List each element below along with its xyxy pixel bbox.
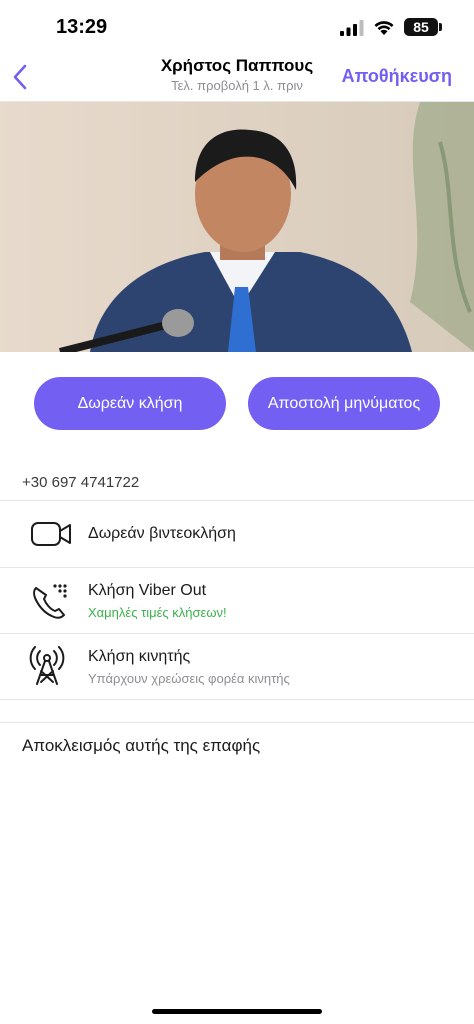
battery-indicator: 85: [404, 18, 438, 36]
cellular-signal-icon: [340, 20, 364, 36]
video-camera-icon: [31, 522, 71, 546]
divider: [0, 699, 474, 700]
option-title: Κλήση Viber Out: [88, 582, 207, 599]
option-subtitle: Υπάρχουν χρεώσεις φορέα κινητής: [88, 671, 290, 686]
viber-out-call-row[interactable]: Κλήση Viber Out Χαμηλές τιμές κλήσεων!: [0, 568, 474, 633]
cell-tower-icon: [29, 646, 65, 685]
option-title: Δωρεάν βιντεοκλήση: [88, 525, 236, 542]
send-message-button[interactable]: Αποστολή μηνύματος: [248, 377, 440, 430]
block-contact-button[interactable]: Αποκλεισμός αυτής της επαφής: [22, 736, 260, 756]
phone-number[interactable]: +30 697 4741722: [22, 474, 139, 491]
free-video-call-row[interactable]: Δωρεάν βιντεοκλήση: [0, 501, 474, 567]
viber-out-phone-icon: [33, 584, 67, 619]
wifi-icon: [374, 21, 394, 35]
battery-cap: [439, 23, 442, 31]
mobile-call-row[interactable]: Κλήση κινητής Υπάρχουν χρεώσεις φορέα κι…: [0, 634, 474, 699]
navigation-header: Χρήστος Παππους Τελ. προβολή 1 λ. πριν Α…: [0, 52, 474, 102]
status-time: 13:29: [56, 16, 108, 38]
option-subtitle: Χαμηλές τιμές κλήσεων!: [88, 605, 227, 620]
contact-details-screen: 13:29 85 Χρήστος Παππους Τελ. προβολή 1 …: [0, 0, 474, 1024]
save-button[interactable]: Αποθήκευση: [342, 66, 452, 87]
free-call-button[interactable]: Δωρεάν κλήση: [34, 377, 226, 430]
section-divider: [0, 722, 474, 723]
option-title: Κλήση κινητής: [88, 648, 191, 665]
home-indicator[interactable]: [152, 1009, 322, 1014]
status-bar: 13:29 85: [0, 0, 474, 56]
contact-photo[interactable]: [0, 102, 474, 352]
